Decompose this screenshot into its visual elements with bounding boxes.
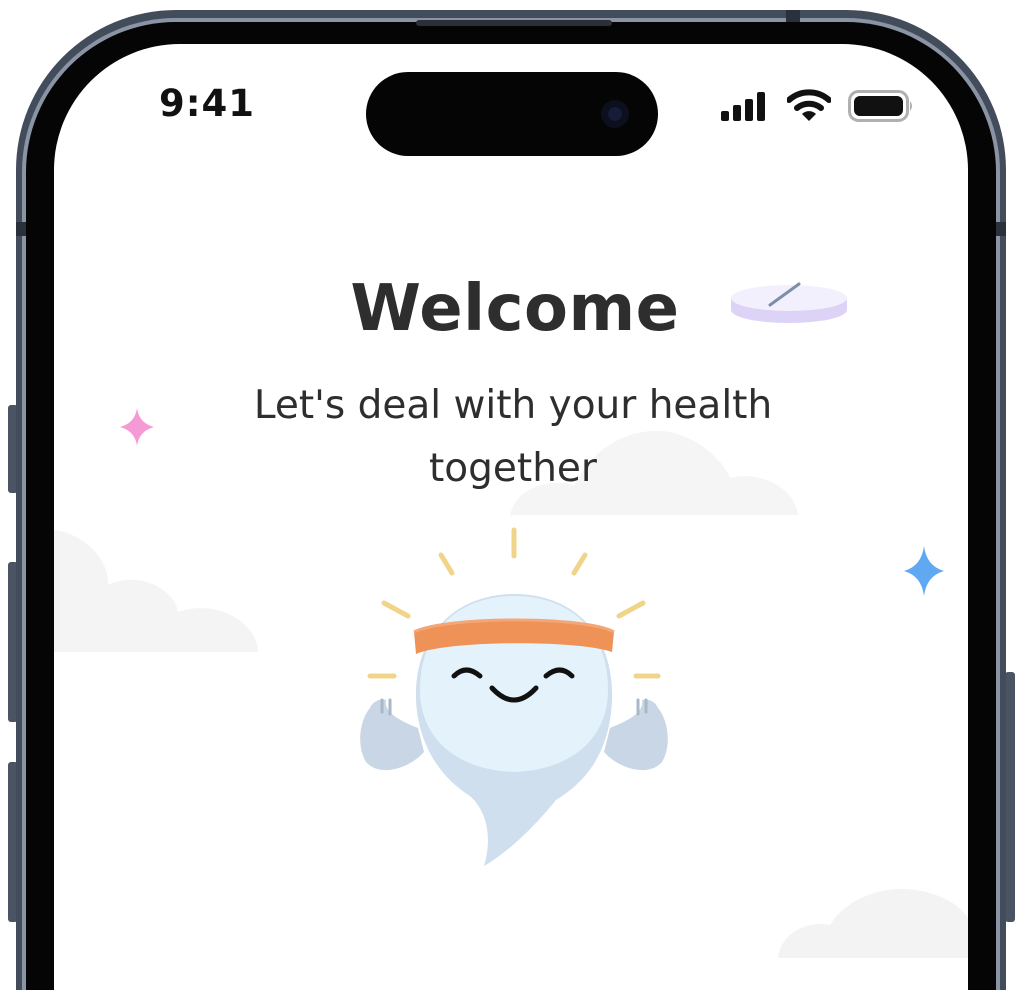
sparkle-blue-icon: [904, 546, 944, 596]
speaker-grille: [416, 20, 612, 26]
battery-icon: [848, 90, 912, 122]
mascot-right-arm: [604, 698, 668, 771]
page-subtitle: Let's deal with your health together: [253, 383, 773, 491]
mascot-left-arm: [360, 698, 424, 771]
side-button-right: [1005, 672, 1015, 922]
antenna-line: [996, 222, 1006, 236]
sparkle-pink-icon: [120, 408, 154, 446]
cellular-signal-icon: [721, 92, 765, 121]
status-time: 9:41: [158, 82, 256, 125]
mascot-illustration: [360, 527, 668, 866]
page-title: Welcome: [350, 272, 680, 346]
front-camera-lens: [608, 107, 622, 121]
wifi-icon: [787, 89, 831, 121]
antenna-line: [786, 10, 800, 22]
antenna-line: [16, 222, 26, 236]
pill-icon: [731, 282, 847, 323]
